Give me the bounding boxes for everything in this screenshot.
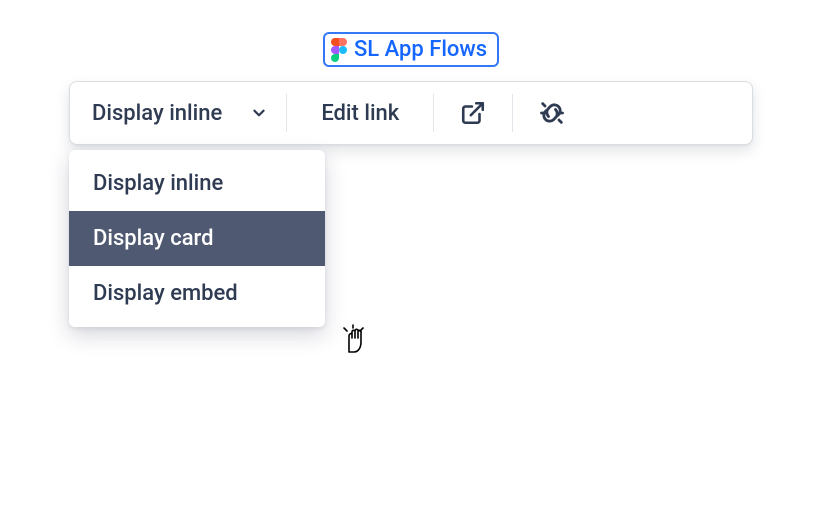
edit-link-label: Edit link bbox=[321, 101, 399, 126]
menu-item-label: Display inline bbox=[93, 171, 223, 196]
edit-link-button[interactable]: Edit link bbox=[287, 82, 433, 144]
chevron-down-icon bbox=[250, 104, 268, 122]
unlink-button[interactable] bbox=[513, 82, 591, 144]
menu-item-display-card[interactable]: Display card bbox=[69, 211, 325, 266]
figma-icon bbox=[331, 38, 347, 62]
link-toolbar: Display inline Edit link bbox=[69, 81, 753, 145]
display-mode-label: Display inline bbox=[92, 101, 222, 126]
open-external-button[interactable] bbox=[434, 82, 512, 144]
unlink-icon bbox=[538, 99, 566, 127]
menu-item-label: Display card bbox=[93, 226, 214, 251]
menu-item-display-inline[interactable]: Display inline bbox=[69, 156, 325, 211]
menu-item-display-embed[interactable]: Display embed bbox=[69, 266, 325, 321]
figma-link-chip[interactable]: SL App Flows bbox=[323, 32, 499, 67]
figma-link-label: SL App Flows bbox=[354, 37, 487, 62]
display-mode-menu: Display inline Display card Display embe… bbox=[69, 150, 325, 327]
display-mode-dropdown[interactable]: Display inline bbox=[70, 82, 286, 144]
external-link-icon bbox=[460, 100, 486, 126]
menu-item-label: Display embed bbox=[93, 281, 238, 306]
pointer-cursor-icon bbox=[341, 322, 369, 354]
